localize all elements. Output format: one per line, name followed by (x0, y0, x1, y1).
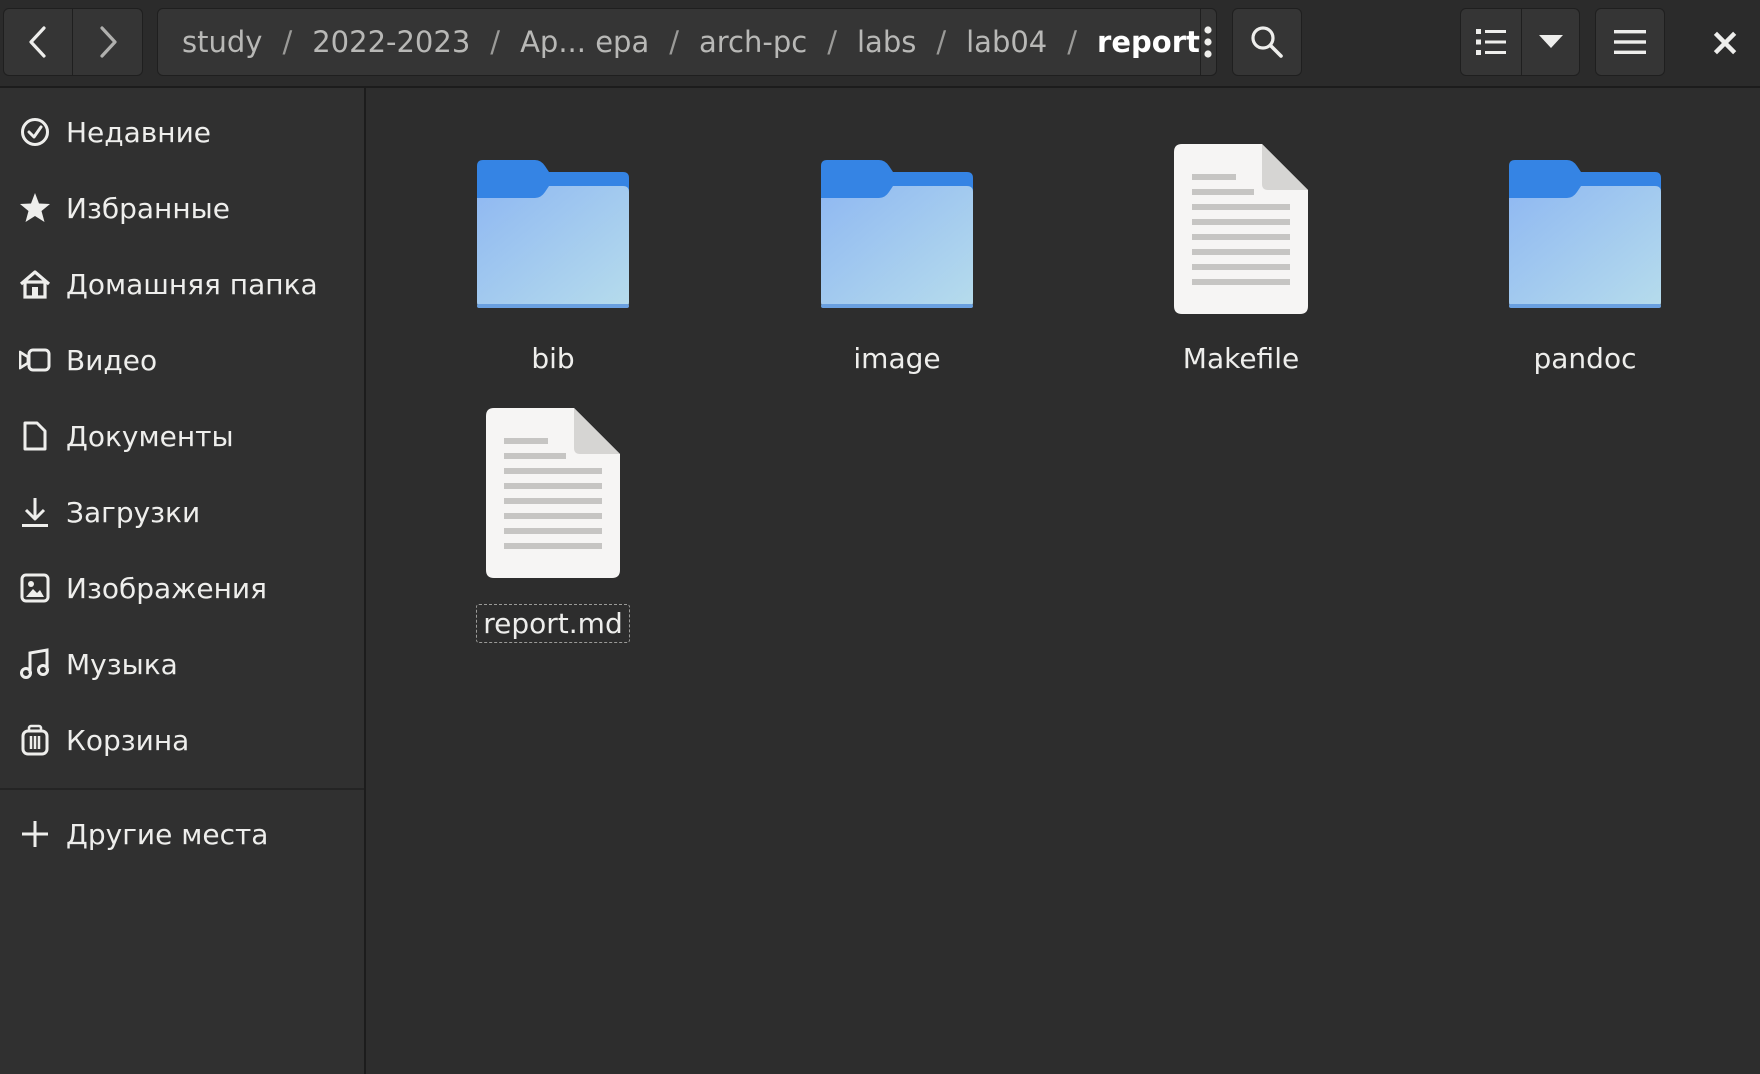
view-buttons (1460, 8, 1580, 76)
sidebar-item-label: Избранные (66, 191, 230, 225)
file-item-pandoc[interactable]: pandoc (1465, 124, 1705, 377)
file-name-rename-field[interactable]: report.md (476, 604, 630, 643)
music-icon (17, 646, 53, 682)
file-item-bib[interactable]: bib (433, 124, 673, 377)
image-icon (17, 570, 53, 606)
file-item-image[interactable]: image (777, 124, 1017, 377)
search-icon (1251, 26, 1283, 58)
sidebar-item-recent[interactable]: Недавние (0, 99, 364, 165)
chevron-left-icon (29, 26, 46, 58)
plus-icon (17, 816, 53, 852)
forward-button[interactable] (73, 8, 143, 76)
breadcrumb-lab04[interactable]: lab04 (966, 25, 1047, 59)
sidebar-item-home[interactable]: Домашняя папка (0, 251, 364, 317)
breadcrumb-separator: / (827, 25, 837, 59)
sidebar-item-label: Недавние (66, 115, 212, 149)
home-icon (17, 266, 53, 302)
sidebar-item-other-places[interactable]: Другие места (0, 801, 364, 867)
breadcrumb-study[interactable]: study (182, 25, 262, 59)
sidebar-item-documents[interactable]: Документы (0, 403, 364, 469)
header-bar: study / 2022-2023 / Ар... ера / arch-pc … (0, 0, 1760, 88)
breadcrumb-separator: / (1067, 25, 1078, 59)
folder-icon (821, 160, 973, 308)
breadcrumb-separator: / (282, 25, 293, 59)
path-menu-button[interactable] (1199, 9, 1216, 75)
folder-icon (1509, 160, 1661, 308)
sidebar-item-starred[interactable]: Избранные (0, 175, 364, 241)
triangle-down-icon (1538, 35, 1563, 48)
breadcrumb-report[interactable]: report (1097, 25, 1200, 59)
sidebar-item-label: Другие места (66, 817, 269, 851)
sidebar-divider (0, 788, 364, 790)
sidebar-item-downloads[interactable]: Загрузки (0, 479, 364, 545)
sidebar-item-videos[interactable]: Видео (0, 327, 364, 393)
breadcrumb-archive[interactable]: Ар... ера (520, 25, 649, 59)
sidebar-item-label: Видео (66, 343, 158, 377)
chevron-right-icon (99, 26, 117, 58)
trash-icon (17, 722, 53, 758)
file-name: bib (531, 342, 575, 375)
sidebar-item-label: Загрузки (66, 495, 201, 529)
text-file-icon (486, 408, 620, 578)
close-button[interactable]: × (1690, 8, 1760, 76)
main-menu-button[interactable] (1595, 8, 1665, 76)
sidebar-item-label: Документы (66, 419, 234, 453)
sidebar-item-label: Домашняя папка (66, 267, 318, 301)
hamburger-menu-icon (1614, 30, 1646, 54)
vertical-ellipsis-icon (1204, 26, 1213, 58)
star-icon (17, 190, 53, 226)
file-name: Makefile (1182, 342, 1300, 375)
file-grid: bib image Makefile pandoc report.md (368, 88, 1760, 1074)
sidebar-item-pictures[interactable]: Изображения (0, 555, 364, 621)
navigation-buttons (3, 8, 143, 76)
breadcrumb: study / 2022-2023 / Ар... ера / arch-pc … (158, 25, 1200, 59)
download-icon (17, 494, 53, 530)
sidebar: Недавние Избранные Домашняя папка Видео … (0, 88, 366, 1074)
sidebar-item-label: Изображения (66, 571, 267, 605)
file-name: image (853, 342, 941, 375)
breadcrumb-separator: / (936, 25, 947, 59)
sidebar-item-music[interactable]: Музыка (0, 631, 364, 697)
folder-icon (477, 160, 629, 308)
file-name: pandoc (1533, 342, 1637, 375)
text-file-icon (1174, 144, 1308, 314)
document-icon (17, 418, 53, 454)
view-options-button[interactable] (1522, 8, 1580, 76)
breadcrumb-arch-pc[interactable]: arch-pc (699, 25, 807, 59)
close-icon: × (1709, 20, 1741, 64)
breadcrumb-separator: / (669, 25, 679, 59)
search-button[interactable] (1232, 8, 1302, 76)
list-view-button[interactable] (1460, 8, 1522, 76)
path-bar: study / 2022-2023 / Ар... ера / arch-pc … (157, 8, 1217, 76)
breadcrumb-2022-2023[interactable]: 2022-2023 (312, 25, 470, 59)
sidebar-item-label: Корзина (66, 723, 190, 757)
file-item-report-md[interactable]: report.md (433, 388, 673, 643)
video-icon (17, 342, 53, 378)
list-view-icon (1476, 29, 1506, 55)
breadcrumb-labs[interactable]: labs (857, 25, 916, 59)
file-item-makefile[interactable]: Makefile (1121, 124, 1361, 377)
breadcrumb-separator: / (490, 25, 501, 59)
clock-icon (17, 114, 53, 150)
sidebar-item-label: Музыка (66, 647, 178, 681)
sidebar-item-trash[interactable]: Корзина (0, 707, 364, 773)
back-button[interactable] (3, 8, 73, 76)
